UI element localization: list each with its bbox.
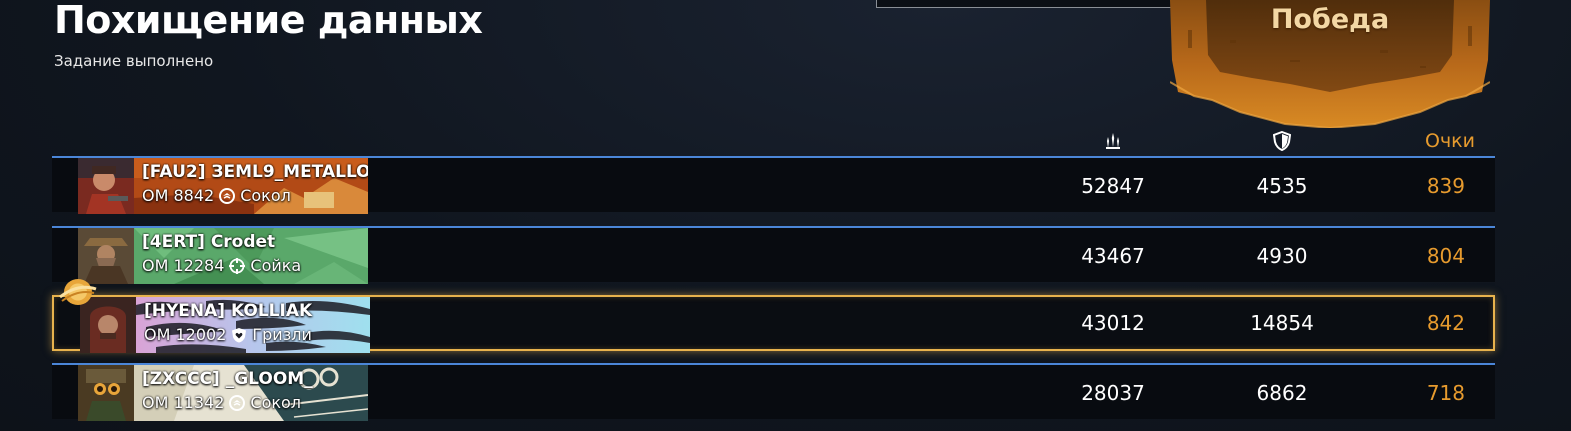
player-name: [HYENA] KOLLIAK — [144, 301, 313, 321]
power-rating: ОМ 12284 — [142, 256, 225, 275]
falcon-class-icon — [229, 394, 246, 411]
power-rating: ОМ 12002 — [144, 325, 227, 344]
defense-value: 4535 — [1256, 174, 1308, 198]
player-row[interactable]: [ZXCCC] _GLOOM_ ОМ 11342 Сокол 28037 686… — [52, 363, 1495, 421]
kills-icon — [1106, 133, 1120, 149]
kills-value: 28037 — [1081, 381, 1145, 405]
shield-heart-class-icon — [232, 327, 247, 342]
player-info: ОМ 12284 Сойка — [142, 256, 368, 275]
player-row-highlighted[interactable]: [HYENA] KOLLIAK ОМ 12002 Гризли 43012 14… — [52, 295, 1495, 353]
player-name: [4ERT] Crodet — [142, 232, 276, 252]
class-name: Сокол — [240, 186, 291, 205]
shield-icon — [1273, 131, 1291, 151]
power-rating: ОМ 8842 — [142, 186, 215, 205]
class-name: Сойка — [250, 256, 302, 275]
mission-status-text: Задание выполнено — [54, 52, 214, 70]
falcon-class-icon — [219, 187, 236, 204]
defense-value: 6862 — [1256, 381, 1308, 405]
kills-value: 43012 — [1081, 311, 1145, 335]
score-value: 804 — [1426, 244, 1465, 268]
power-rating: ОМ 11342 — [142, 393, 225, 412]
mvp-medal-icon — [59, 279, 97, 305]
page-title: Похищение данных — [54, 0, 483, 42]
defense-value: 4930 — [1256, 244, 1308, 268]
player-info: ОМ 12002 Гризли — [144, 325, 370, 344]
player-avatar — [78, 365, 134, 421]
player-row[interactable]: [4ERT] Crodet ОМ 12284 Сойка 43467 4930 … — [52, 226, 1495, 284]
kills-value: 52847 — [1081, 174, 1145, 198]
score-value: 839 — [1426, 174, 1465, 198]
kills-column-header — [1053, 128, 1173, 154]
crosshair-class-icon — [229, 257, 246, 274]
player-name: [FAU2] ЗEML9_METALLON — [142, 162, 368, 182]
score-column-header: Очки — [1424, 130, 1475, 152]
score-value: 842 — [1426, 311, 1465, 335]
defense-column-header — [1222, 128, 1342, 154]
class-name: Гризли — [252, 325, 312, 344]
player-row[interactable]: [FAU2] ЗEML9_METALLON ОМ 8842 Сокол 5284… — [52, 156, 1495, 214]
player-name: [ZXCCC] _GLOOM_ — [142, 369, 313, 389]
kills-value: 43467 — [1081, 244, 1145, 268]
player-info: ОМ 8842 Сокол — [142, 186, 368, 205]
victory-label: Победа — [1270, 4, 1390, 35]
class-name: Сокол — [250, 393, 302, 412]
defense-value: 14854 — [1250, 311, 1314, 335]
player-avatar — [78, 158, 134, 214]
match-results-screen: Похищение данных Задание выполнено Побед… — [0, 0, 1571, 431]
top-panel-frame — [876, 0, 1198, 8]
player-info: ОМ 11342 Сокол — [142, 393, 368, 412]
score-value: 718 — [1426, 381, 1465, 405]
